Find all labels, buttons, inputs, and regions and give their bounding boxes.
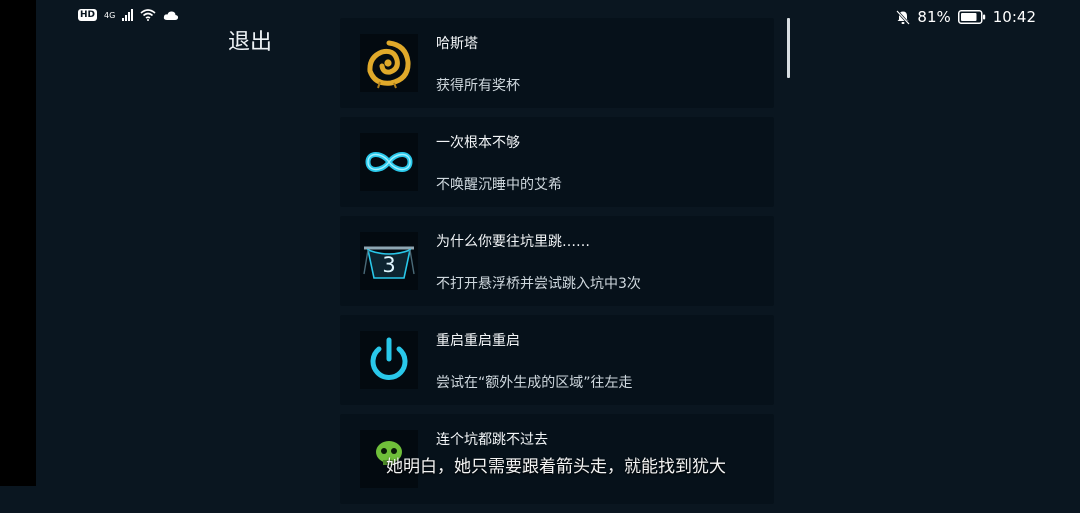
- network-type: 4G: [104, 10, 116, 20]
- hastur-sigil-icon: [360, 34, 418, 92]
- status-left: HD 4G: [78, 9, 179, 21]
- achievement-title: 重启重启重启: [436, 333, 520, 349]
- signal-icon: [122, 9, 134, 21]
- clock: 10:42: [992, 8, 1036, 26]
- scrollbar-thumb[interactable]: [787, 18, 790, 78]
- mute-icon: [896, 9, 911, 25]
- exit-button[interactable]: 退出: [228, 24, 272, 56]
- achievement-description: 尝试在“额外生成的区域”往左走: [436, 375, 633, 391]
- battery-icon: [957, 10, 985, 24]
- hd-icon: HD: [78, 9, 98, 21]
- achievement-description: 不唤醒沉睡中的艾希: [436, 177, 562, 193]
- wifi-icon: [140, 9, 156, 21]
- battery-percent: 81%: [917, 8, 951, 26]
- right-edge: [1040, 0, 1080, 486]
- achievement-title: 为什么你要往坑里跳……: [436, 234, 590, 250]
- achievement-title: 一次根本不够: [436, 135, 520, 151]
- subtitle-caption: 她明白，她只需要跟着箭头走，就能找到犹大: [386, 457, 726, 477]
- achievement-description: 获得所有奖杯: [436, 78, 520, 94]
- infinity-icon: [360, 133, 418, 191]
- cloud-icon: [164, 10, 179, 20]
- achievement-card[interactable]: 3 为什么你要往坑里跳…… 不打开悬浮桥并尝试跳入坑中3次: [340, 216, 774, 306]
- achievement-list[interactable]: 哈斯塔 获得所有奖杯 一次根本不够 不唤醒沉睡中的艾希 3 为什么你要往坑里跳……: [340, 18, 774, 513]
- achievement-card[interactable]: 哈斯塔 获得所有奖杯: [340, 18, 774, 108]
- achievement-card[interactable]: 一次根本不够 不唤醒沉睡中的艾希: [340, 117, 774, 207]
- achievement-description: 不打开悬浮桥并尝试跳入坑中3次: [436, 276, 641, 292]
- left-bezel: [0, 0, 36, 486]
- status-right: 81% 10:42: [896, 8, 1036, 26]
- achievement-card[interactable]: 重启重启重启 尝试在“额外生成的区域”往左走: [340, 315, 774, 405]
- pit-count-label: 3: [382, 253, 395, 277]
- achievement-title: 哈斯塔: [436, 36, 478, 52]
- power-icon: [360, 331, 418, 389]
- achievement-title: 连个坑都跳不过去: [436, 432, 548, 448]
- pit-three-icon: 3: [360, 232, 418, 290]
